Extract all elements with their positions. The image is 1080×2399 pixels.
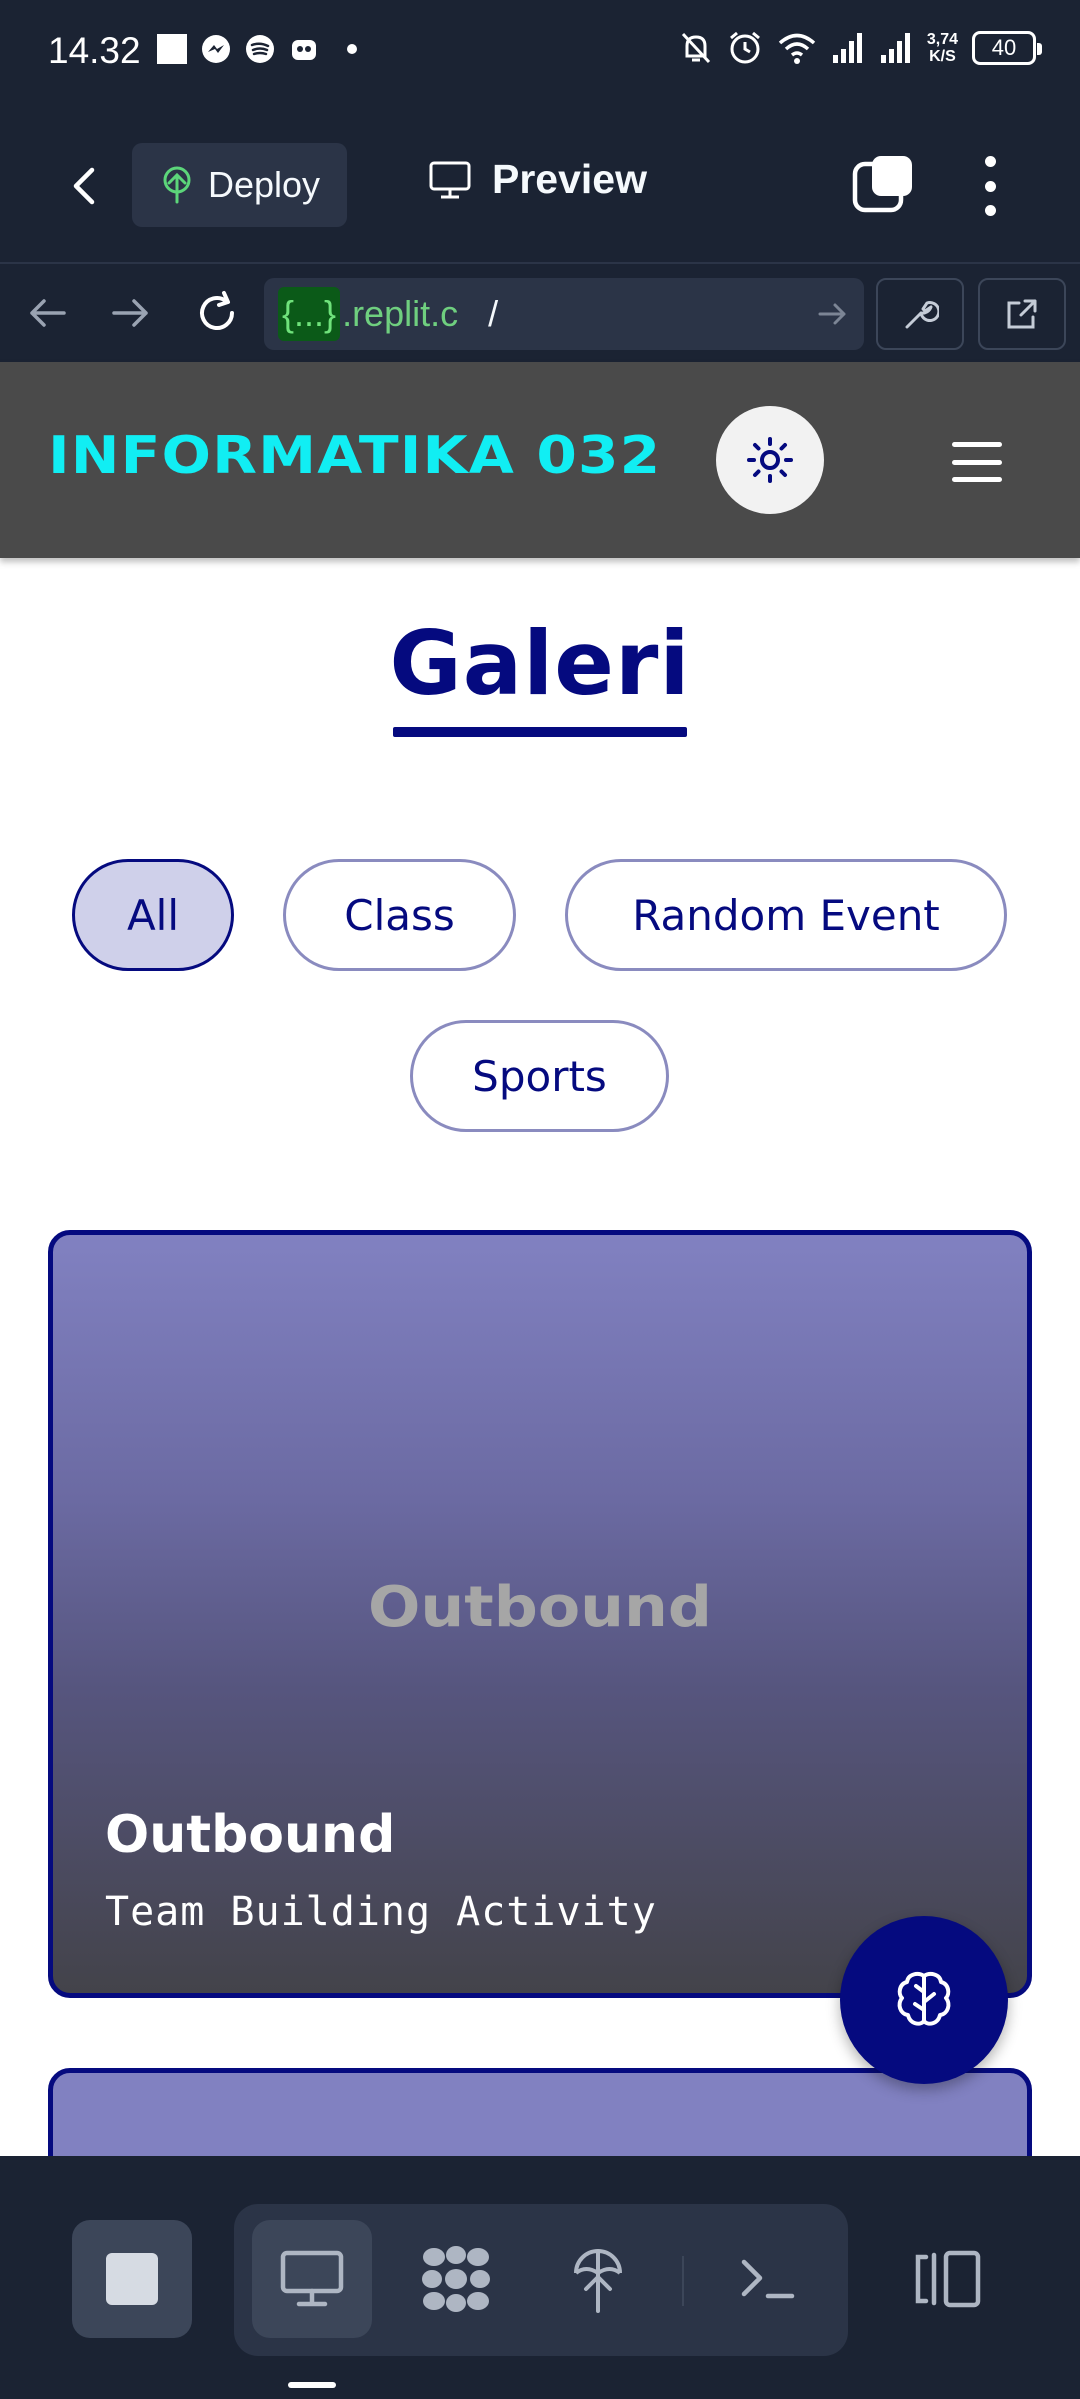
site-navbar: INFORMATIKA 032 — [0, 362, 1080, 558]
filter-class[interactable]: Class — [283, 859, 516, 971]
open-external-button[interactable] — [978, 278, 1066, 350]
ai-assistant-button[interactable] — [840, 1916, 1008, 2084]
network-speed-unit: K/S — [929, 48, 956, 65]
monitor-icon — [280, 2250, 344, 2307]
sun-icon — [747, 437, 793, 483]
home-indicator — [288, 2382, 336, 2388]
alarm-icon — [729, 31, 760, 64]
card-title: Outbound — [105, 1805, 396, 1865]
toolbar-divider — [682, 2256, 684, 2306]
wrench-icon — [905, 301, 939, 329]
deploy-tool-button[interactable] — [538, 2220, 658, 2338]
network-speed-value: 3,74 — [926, 31, 958, 48]
preview-label: Preview — [492, 156, 647, 202]
brain-icon — [897, 1972, 951, 2026]
mute-icon — [681, 32, 710, 64]
go-arrow-icon[interactable] — [814, 296, 850, 332]
devtools-button[interactable] — [876, 278, 964, 350]
wifi-icon — [778, 33, 816, 64]
agent-icon — [422, 2246, 490, 2312]
preview-tool-button[interactable] — [252, 2220, 372, 2338]
bottom-toolbar — [0, 2156, 1080, 2399]
more-dot-icon — [347, 44, 357, 54]
deploy-button[interactable]: Deploy — [132, 143, 347, 227]
square-notification-icon — [157, 34, 187, 64]
deploy-label: Deploy — [208, 164, 321, 205]
spotify-icon — [246, 35, 274, 63]
robot-notification-icon — [292, 40, 316, 60]
stop-button[interactable] — [72, 2220, 192, 2338]
url-badge: {...} — [278, 287, 341, 341]
agent-tool-button[interactable] — [396, 2220, 516, 2338]
external-link-icon — [1007, 299, 1037, 329]
split-layout-icon — [915, 2250, 981, 2308]
browser-forward-icon[interactable] — [104, 286, 158, 340]
signal-icon-1 — [832, 33, 862, 63]
preview-tab[interactable]: Preview — [428, 156, 647, 203]
theme-toggle-button[interactable] — [716, 406, 824, 514]
tool-group — [234, 2204, 848, 2356]
browser-back-icon[interactable] — [20, 286, 74, 340]
deploy-icon — [163, 166, 191, 204]
network-speed: 3,74 K/S — [927, 31, 958, 65]
more-options-icon[interactable] — [972, 156, 1008, 216]
card-image-placeholder: Outbound — [368, 1575, 712, 1640]
gallery-card[interactable]: Outbound Outbound Team Building Activity — [48, 1230, 1032, 1998]
page-title: Galeri — [389, 612, 691, 715]
battery-indicator: 40 — [972, 31, 1042, 65]
notification-icons — [157, 34, 357, 64]
status-bar: 14.32 3,74 K/S 40 — [0, 0, 1080, 108]
back-icon[interactable] — [58, 158, 114, 214]
stop-icon — [106, 2253, 158, 2305]
filter-all[interactable]: All — [72, 859, 234, 971]
hamburger-menu-icon[interactable] — [952, 442, 1002, 482]
url-bar: {...} .replit.c / — [0, 262, 1080, 362]
layout-toggle-button[interactable] — [906, 2220, 990, 2338]
app-header: Deploy Preview — [0, 108, 1080, 262]
deploy-icon — [574, 2249, 622, 2313]
signal-icon-2 — [880, 33, 910, 63]
tabs-icon[interactable] — [852, 154, 914, 216]
terminal-icon — [741, 2259, 795, 2299]
card-subtitle: Team Building Activity — [105, 1889, 657, 1935]
status-time: 14.32 — [48, 30, 141, 71]
url-input[interactable]: {...} .replit.c / — [264, 278, 864, 350]
system-icons: 3,74 K/S 40 — [679, 30, 1042, 66]
reload-icon[interactable] — [190, 286, 244, 340]
url-path: / — [488, 293, 499, 334]
url-host: .replit.c — [342, 293, 459, 334]
messenger-icon — [202, 35, 230, 63]
console-tool-button[interactable] — [708, 2220, 828, 2338]
filter-random-event[interactable]: Random Event — [565, 859, 1007, 971]
title-underline — [393, 727, 687, 737]
filter-sports[interactable]: Sports — [410, 1020, 669, 1132]
site-brand[interactable]: INFORMATIKA 032 — [48, 426, 661, 486]
monitor-icon — [429, 161, 471, 198]
